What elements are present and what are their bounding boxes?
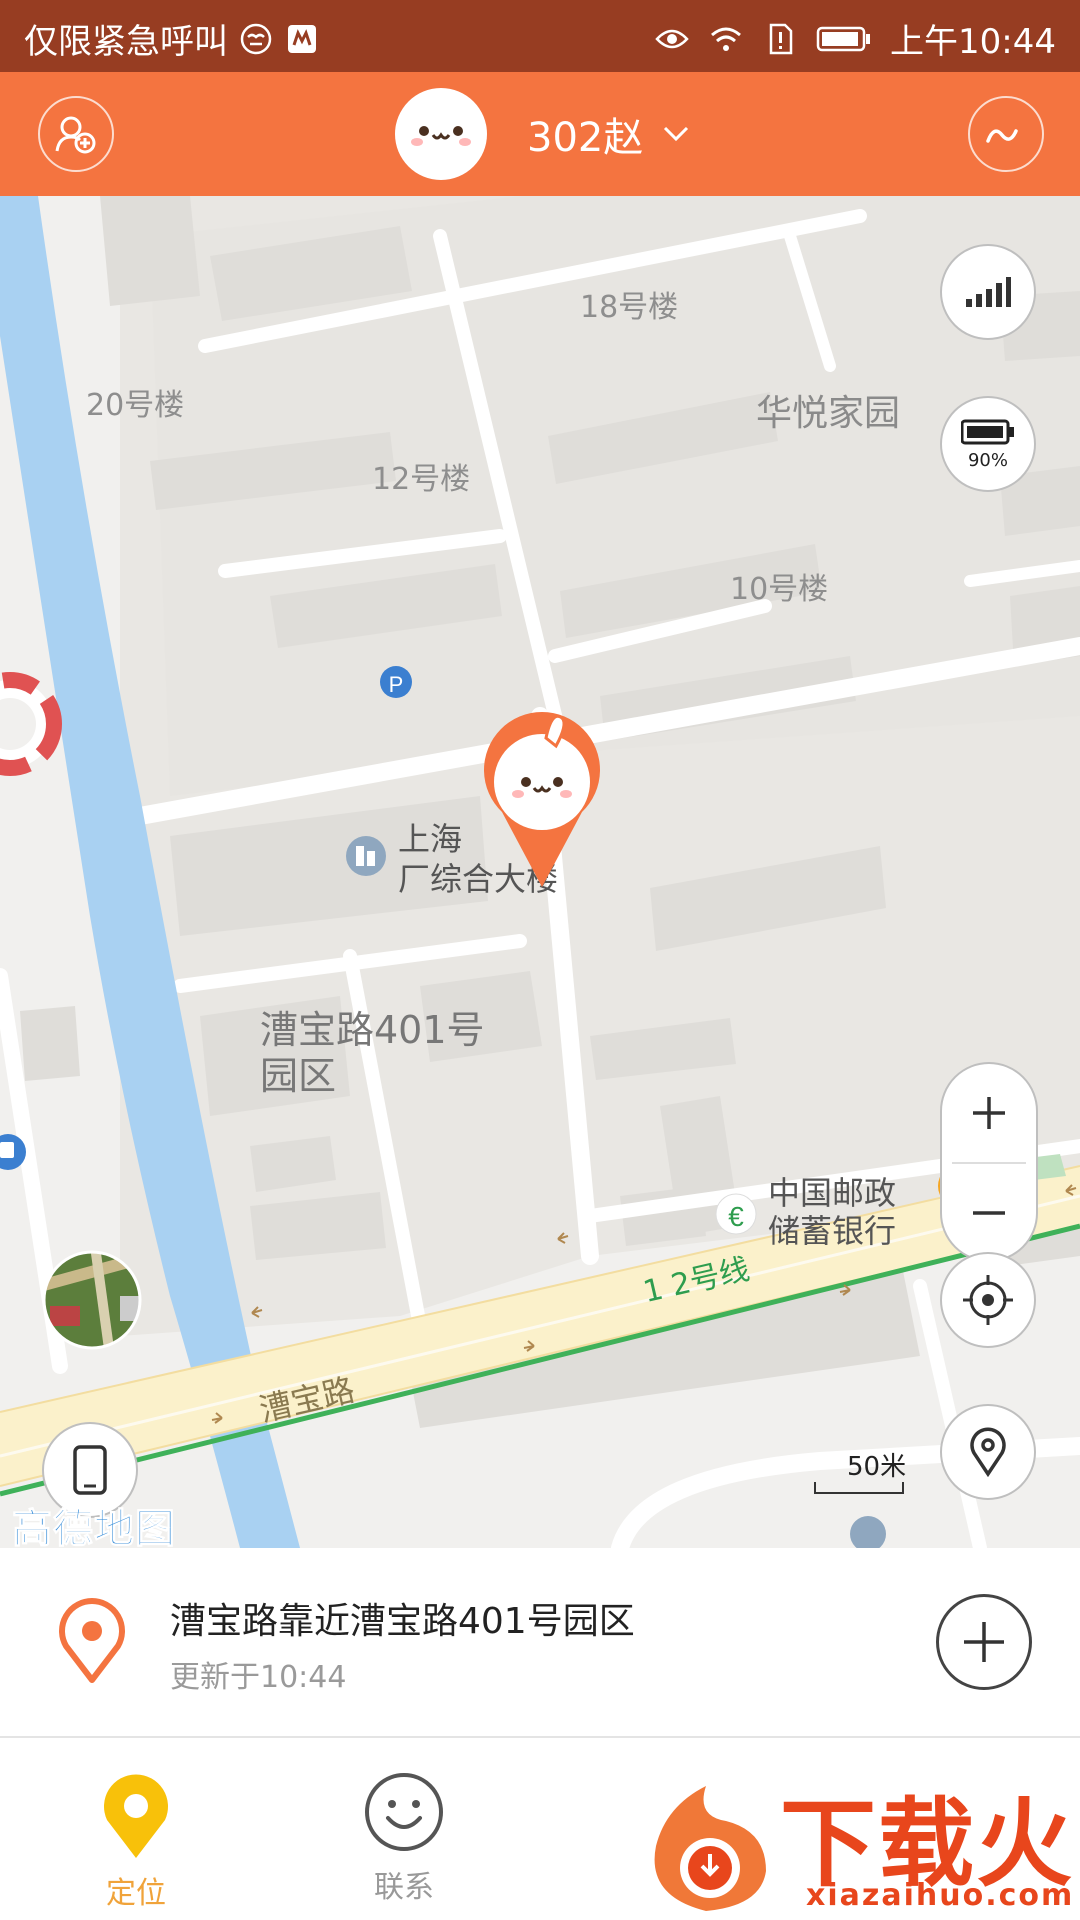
user-location-marker[interactable] [462,702,622,902]
status-left: 仅限紧急呼叫 [24,14,320,63]
clock: 上午10:44 [890,22,1056,62]
map-provider-logo: 高德地图 [12,1506,176,1549]
address-card[interactable]: 漕宝路靠近漕宝路401号园区 更新于10:44 [0,1548,1080,1738]
route-button[interactable] [968,96,1044,172]
address-title: 漕宝路靠近漕宝路401号园区 [170,1601,635,1642]
huawei-app-icon [288,24,316,53]
map-scale-text: 50米 [847,1452,907,1482]
smiley-icon [365,1773,443,1851]
label-building-20: 20号楼 [86,388,185,423]
member-selector[interactable]: 302赵 [395,86,689,182]
nav-item-contact[interactable]: 联系 [334,1770,474,1906]
status-bar: 仅限紧急呼叫 上午10:44 [0,0,1080,72]
top-bar: 302赵 [0,72,1080,196]
battery-percentage: 90% [967,449,1008,471]
label-postal-line1: 中国邮政 [768,1174,897,1212]
minus-icon [973,1211,1005,1215]
zoom-controls [940,1062,1038,1262]
address-updated: 更新于10:44 [170,1660,347,1695]
plus-icon [973,1097,1005,1129]
location-pin-icon [59,1598,125,1683]
battery-icon [961,419,1014,444]
nav-label-contact: 联系 [374,1870,434,1905]
flame-logo-icon [654,1786,766,1911]
nav-item-locate[interactable]: 定位 [66,1770,206,1912]
status-right: 上午10:44 [654,14,1056,63]
location-nav-icon [104,1774,168,1858]
zoom-out-button[interactable] [942,1164,1036,1262]
zoom-in-button[interactable] [942,1064,1036,1162]
add-member-button[interactable] [38,96,114,172]
map-view[interactable]: P € 18号楼 20号楼 华悦家园 12号楼 10号楼 上海 厂综合大楼 漕宝… [0,196,1080,1548]
pin-icon [970,1427,1006,1477]
svg-text:€: € [728,1201,744,1232]
locate-button[interactable] [940,1252,1036,1348]
signal-icon [966,277,1011,307]
signal-button[interactable] [940,244,1036,340]
label-caobao401-line2: 园区 [260,1054,337,1098]
watermark: 下载火 xiazaihuo.com [630,1760,1080,1920]
address-pin [56,1598,128,1688]
sim-alert-icon [769,23,793,54]
avatar [395,88,487,180]
phone-icon [73,1445,107,1495]
label-postal-line2: 储蓄银行 [768,1212,897,1250]
watermark-url: xiazaihuo.com [806,1878,1075,1913]
pin-button[interactable] [940,1404,1036,1500]
route-icon [986,129,1018,143]
locate-icon [963,1275,1013,1325]
face-icon [240,23,272,54]
carrier-text: 仅限紧急呼叫 [24,22,228,62]
label-caobao401-line1: 漕宝路401号 [260,1008,485,1052]
svg-text:P: P [389,672,404,697]
nav-label-locate: 定位 [106,1876,166,1911]
label-building-18: 18号楼 [580,290,679,325]
label-building-12: 12号楼 [372,462,471,497]
battery-button[interactable]: 90% [940,396,1036,492]
battery-status-icon [816,26,871,51]
add-member-icon [55,116,96,154]
eye-icon [655,29,689,48]
add-place-button[interactable] [936,1594,1032,1690]
plus-icon [964,1622,1004,1662]
wifi-icon [711,27,741,51]
label-shanghai-line1: 上海 [398,820,463,858]
member-name-text: 302赵 [527,115,644,161]
chevron-down-icon [664,126,689,142]
label-building-10: 10号楼 [730,572,829,607]
label-huayue: 华悦家园 [756,393,901,434]
map-scale-bar [814,1482,904,1494]
member-name: 302赵 [527,105,689,163]
